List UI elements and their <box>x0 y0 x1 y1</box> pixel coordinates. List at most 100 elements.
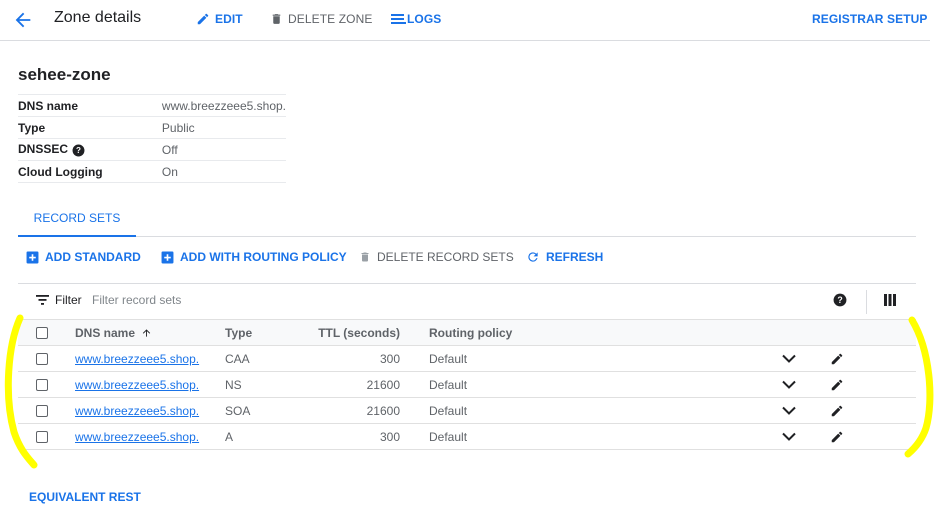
row-select-cell <box>18 423 75 450</box>
equivalent-rest-link[interactable]: EQUIVALENT REST <box>29 490 141 504</box>
ttl-cell: 21600 <box>305 371 416 398</box>
edit-button[interactable]: EDIT <box>196 12 243 26</box>
expand-cell <box>782 371 830 398</box>
zone-details-table: DNS name www.breezzeee5.shop. Type Publi… <box>18 94 286 183</box>
record-sets-table: DNS name Type TTL (seconds) Routing poli… <box>18 319 916 450</box>
select-all-cell <box>18 319 75 346</box>
help-icon[interactable]: ? <box>833 293 847 307</box>
column-header-routing-policy[interactable]: Routing policy <box>416 319 782 346</box>
routing-policy-cell: Default <box>416 397 782 424</box>
refresh-label: REFRESH <box>546 250 604 264</box>
row-select-cell <box>18 371 75 398</box>
edit-cell <box>830 345 916 372</box>
svg-text:?: ? <box>837 295 842 305</box>
detail-row-dns-name: DNS name www.breezzeee5.shop. <box>18 94 286 117</box>
chevron-down-icon[interactable] <box>782 354 796 363</box>
pencil-icon[interactable] <box>830 430 844 444</box>
add-routing-policy-button[interactable]: ADD WITH ROUTING POLICY <box>161 250 347 264</box>
expand-cell <box>782 397 830 424</box>
toolbar-divider <box>866 290 867 314</box>
sort-arrow-up-icon <box>142 329 151 337</box>
dns-name-link[interactable]: www.breezzeee5.shop. <box>75 378 199 392</box>
trash-icon <box>361 252 369 262</box>
type-cell: NS <box>225 371 305 398</box>
help-icon[interactable]: ? <box>72 144 85 157</box>
type-cell: SOA <box>225 397 305 424</box>
routing-policy-cell: Default <box>416 345 782 372</box>
edit-cell <box>830 371 916 398</box>
row-checkbox[interactable] <box>36 378 48 391</box>
tab-bar: RECORD SETS <box>18 204 916 237</box>
row-checkbox[interactable] <box>36 404 48 417</box>
pencil-icon[interactable] <box>830 352 844 366</box>
chevron-down-icon[interactable] <box>782 380 796 389</box>
delete-record-sets-label: DELETE RECORD SETS <box>377 250 514 264</box>
add-standard-label: ADD STANDARD <box>45 250 141 264</box>
chevron-down-icon[interactable] <box>782 406 796 415</box>
ttl-cell: 300 <box>305 345 416 372</box>
row-checkbox[interactable] <box>36 352 48 365</box>
edit-cell <box>830 397 916 424</box>
filter-input[interactable] <box>92 291 392 309</box>
dns-name-link[interactable]: www.breezzeee5.shop. <box>75 352 199 366</box>
refresh-icon <box>528 252 538 262</box>
table-header-row: DNS name Type TTL (seconds) Routing poli… <box>18 319 916 346</box>
page-title: Zone details <box>54 9 142 26</box>
detail-value: Off <box>161 138 286 161</box>
ttl-cell: 21600 <box>305 397 416 424</box>
column-header-type[interactable]: Type <box>225 319 305 346</box>
detail-value: www.breezzeee5.shop. <box>161 94 286 117</box>
pencil-icon <box>197 13 209 25</box>
add-box-icon <box>161 251 174 263</box>
trash-icon <box>272 14 281 24</box>
column-header-ttl[interactable]: TTL (seconds) <box>305 319 416 346</box>
row-checkbox[interactable] <box>36 430 48 443</box>
column-header-expand <box>782 319 830 346</box>
ttl-cell: 300 <box>305 423 416 450</box>
row-select-cell <box>18 345 75 372</box>
column-display-icon[interactable] <box>884 294 896 306</box>
dns-name-link[interactable]: www.breezzeee5.shop. <box>75 404 199 418</box>
dns-name-cell: www.breezzeee5.shop. <box>75 371 225 398</box>
arrow-back-icon[interactable] <box>12 9 34 31</box>
detail-key: Type <box>18 116 162 139</box>
table-row: www.breezzeee5.shop. NS 21600 Default <box>18 371 916 398</box>
select-all-checkbox[interactable] <box>36 326 48 339</box>
tab-record-sets[interactable]: RECORD SETS <box>18 204 136 237</box>
dns-name-cell: www.breezzeee5.shop. <box>75 345 225 372</box>
detail-key-dnssec: DNSSEC? <box>18 138 162 161</box>
detail-row-dnssec: DNSSEC? Off <box>18 138 286 161</box>
pencil-icon[interactable] <box>830 378 844 392</box>
table-row: www.breezzeee5.shop. A 300 Default <box>18 423 916 450</box>
dns-name-link[interactable]: www.breezzeee5.shop. <box>75 430 199 444</box>
detail-key: DNS name <box>18 94 162 117</box>
routing-policy-cell: Default <box>416 423 782 450</box>
chevron-down-icon[interactable] <box>782 432 796 441</box>
routing-policy-cell: Default <box>416 371 782 398</box>
add-standard-button[interactable]: ADD STANDARD <box>26 250 141 264</box>
detail-key: Cloud Logging <box>18 160 162 183</box>
add-routing-label: ADD WITH ROUTING POLICY <box>180 250 347 264</box>
filter-bar: Filter ? <box>18 283 916 320</box>
registrar-setup-button[interactable]: REGISTRAR SETUP <box>812 12 928 26</box>
detail-value: Public <box>161 116 286 139</box>
edit-label: EDIT <box>215 12 243 26</box>
logs-label: LOGS <box>407 12 442 26</box>
type-cell: A <box>225 423 305 450</box>
row-select-cell <box>18 397 75 424</box>
detail-value: On <box>161 160 286 183</box>
top-bar: Zone details EDIT DELETE ZONE LOGS REGIS… <box>0 0 930 41</box>
delete-zone-button[interactable]: DELETE ZONE <box>270 12 372 26</box>
table-row: www.breezzeee5.shop. SOA 21600 Default <box>18 397 916 424</box>
edit-cell <box>830 423 916 450</box>
pencil-icon[interactable] <box>830 404 844 418</box>
logs-button[interactable]: LOGS <box>391 12 441 26</box>
detail-key: DNSSEC <box>18 142 69 157</box>
delete-record-sets-button[interactable]: DELETE RECORD SETS <box>359 250 514 264</box>
column-header-dns-name[interactable]: DNS name <box>75 319 225 346</box>
zone-name: sehee-zone <box>18 65 111 84</box>
expand-cell <box>782 423 830 450</box>
filter-icon <box>36 295 49 305</box>
refresh-button[interactable]: REFRESH <box>526 250 603 264</box>
add-box-icon <box>26 251 39 263</box>
